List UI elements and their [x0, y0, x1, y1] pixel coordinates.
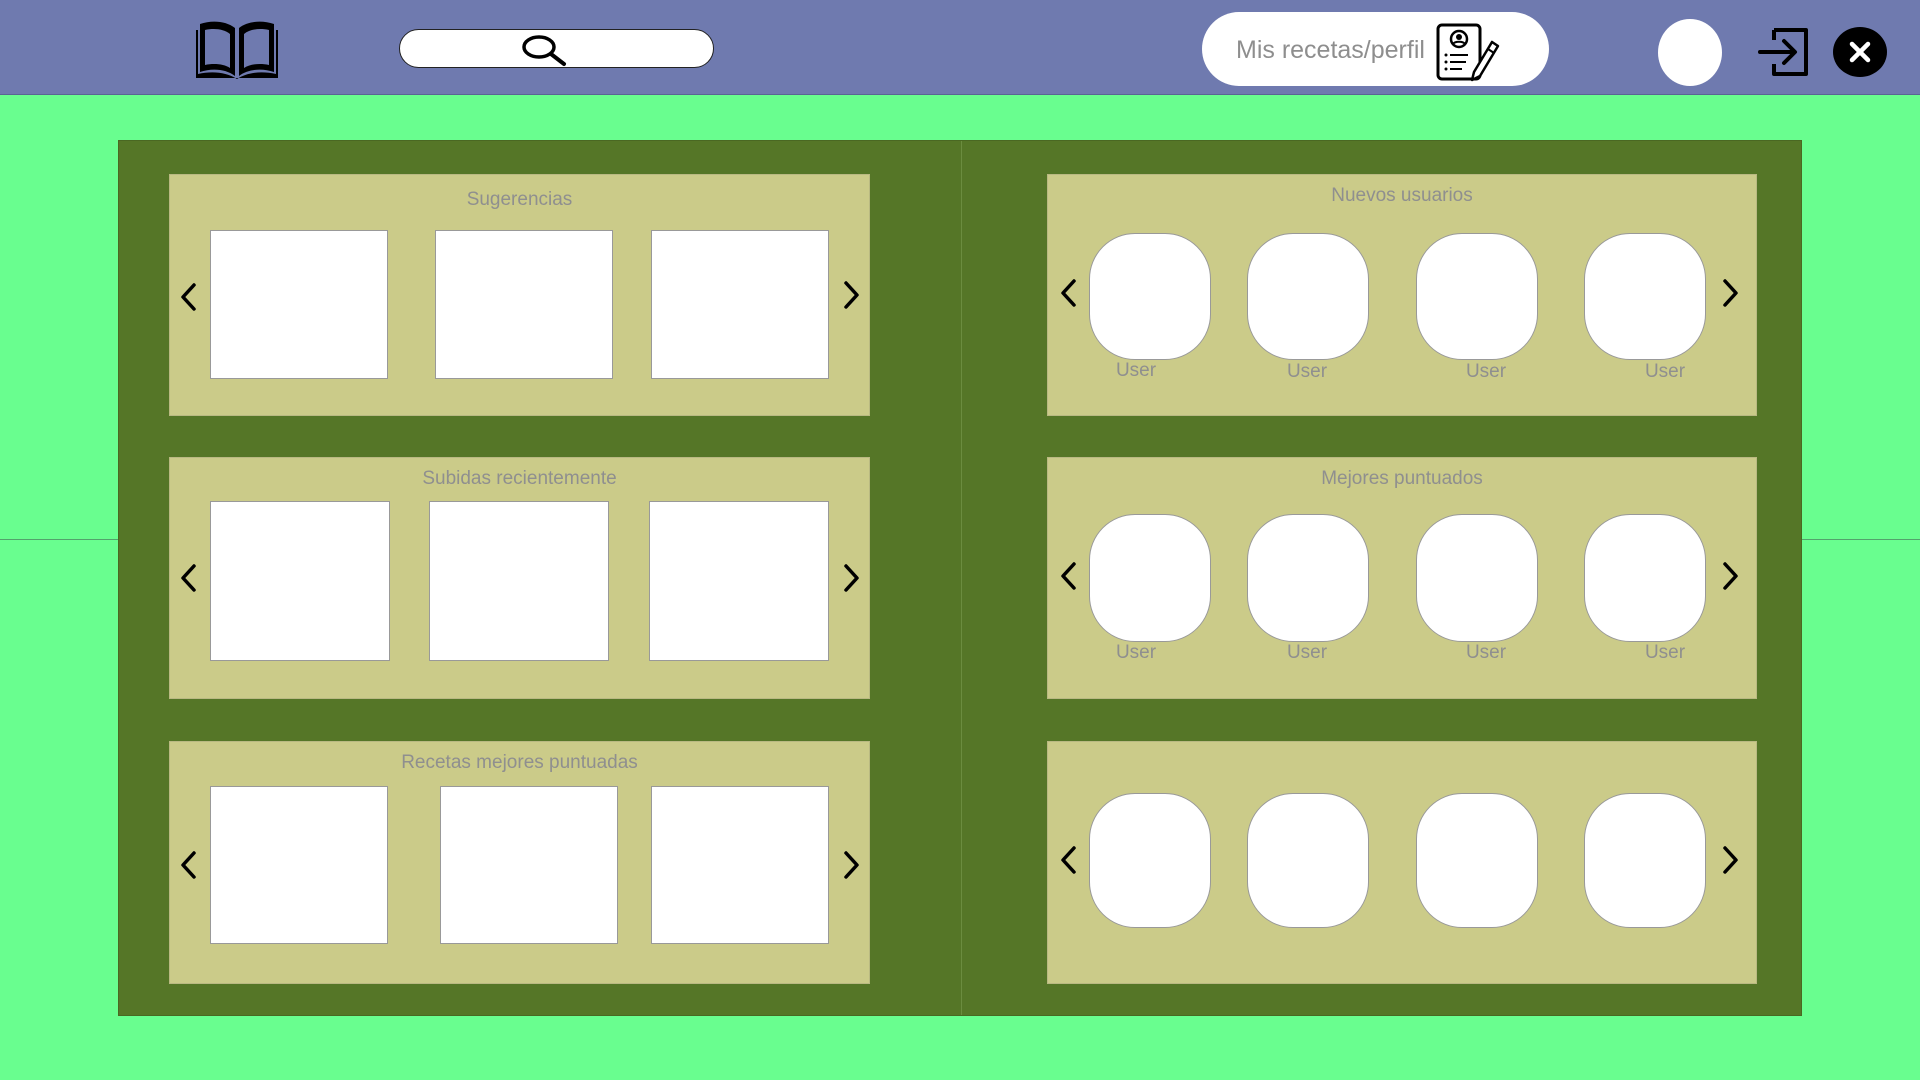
top-bar: Mis recetas/perfil	[0, 0, 1920, 95]
new-users-panel: Nuevos usuarios User User User User	[1047, 174, 1757, 416]
my-recipes-profile-button[interactable]: Mis recetas/perfil	[1202, 12, 1549, 86]
user-name-label: User	[1644, 642, 1686, 663]
user-bubble[interactable]	[1089, 233, 1211, 360]
close-icon[interactable]	[1832, 26, 1888, 78]
panel-title: Recetas mejores puntuadas	[401, 752, 638, 773]
panel-title: Mejores puntuados	[1321, 468, 1483, 489]
user-name-label: User	[1644, 361, 1686, 382]
search-icon	[520, 33, 568, 67]
divider-line	[0, 539, 118, 540]
user-bubble[interactable]	[1089, 793, 1211, 928]
user-name-label: User	[1115, 360, 1157, 381]
chevron-right-icon[interactable]	[1719, 842, 1743, 878]
user-bubble[interactable]	[1416, 793, 1538, 928]
top-rated-recipes-panel: Recetas mejores puntuadas	[169, 741, 870, 984]
chevron-right-icon[interactable]	[1719, 275, 1743, 311]
user-bubble[interactable]	[1089, 514, 1211, 642]
recipe-card[interactable]	[649, 501, 829, 661]
book-container: Sugerencias Subidas recientemente Receta…	[118, 140, 1802, 1016]
chevron-right-icon[interactable]	[1719, 558, 1743, 594]
chevron-left-icon[interactable]	[1056, 558, 1080, 594]
user-bubble[interactable]	[1584, 514, 1706, 642]
user-bubble[interactable]	[1247, 233, 1369, 360]
open-book-icon[interactable]	[196, 16, 278, 80]
recipe-card[interactable]	[210, 786, 388, 944]
user-name-label: User	[1286, 361, 1328, 382]
user-bubble[interactable]	[1416, 514, 1538, 642]
chevron-left-icon[interactable]	[176, 279, 200, 315]
user-name-label: User	[1115, 642, 1157, 663]
chevron-right-icon[interactable]	[840, 847, 864, 883]
user-name-label: User	[1286, 642, 1328, 663]
user-name-label: User	[1465, 642, 1507, 663]
recipe-card[interactable]	[440, 786, 618, 944]
user-bubble[interactable]	[1247, 514, 1369, 642]
book-spine	[961, 141, 962, 1015]
panel-title: Nuevos usuarios	[1331, 185, 1473, 206]
recipe-card[interactable]	[210, 501, 390, 661]
profile-button-label: Mis recetas/perfil	[1236, 36, 1425, 64]
user-bubble[interactable]	[1584, 793, 1706, 928]
chevron-left-icon[interactable]	[176, 847, 200, 883]
panel-title: Subidas recientemente	[422, 468, 617, 489]
recipe-card[interactable]	[651, 786, 829, 944]
chevron-left-icon[interactable]	[1056, 842, 1080, 878]
chevron-left-icon[interactable]	[176, 560, 200, 596]
chevron-left-icon[interactable]	[1056, 275, 1080, 311]
top-rated-users-panel: Mejores puntuados User User User User	[1047, 457, 1757, 699]
logout-icon[interactable]	[1756, 26, 1812, 78]
recipe-card[interactable]	[435, 230, 613, 379]
search-bar[interactable]	[399, 29, 714, 68]
user-bubble[interactable]	[1247, 793, 1369, 928]
suggestions-panel: Sugerencias	[169, 174, 870, 416]
recipe-card[interactable]	[210, 230, 388, 379]
recipe-card[interactable]	[651, 230, 829, 379]
profile-document-pencil-icon	[1436, 22, 1500, 82]
divider-line	[1802, 539, 1920, 540]
user-bubble[interactable]	[1416, 233, 1538, 360]
recipe-card[interactable]	[429, 501, 609, 661]
user-avatar[interactable]	[1658, 19, 1722, 86]
panel-title: Sugerencias	[466, 189, 573, 210]
chevron-right-icon[interactable]	[840, 560, 864, 596]
recently-uploaded-panel: Subidas recientemente	[169, 457, 870, 699]
users-panel	[1047, 741, 1757, 984]
user-name-label: User	[1465, 361, 1507, 382]
user-bubble[interactable]	[1584, 233, 1706, 360]
chevron-right-icon[interactable]	[840, 277, 864, 313]
